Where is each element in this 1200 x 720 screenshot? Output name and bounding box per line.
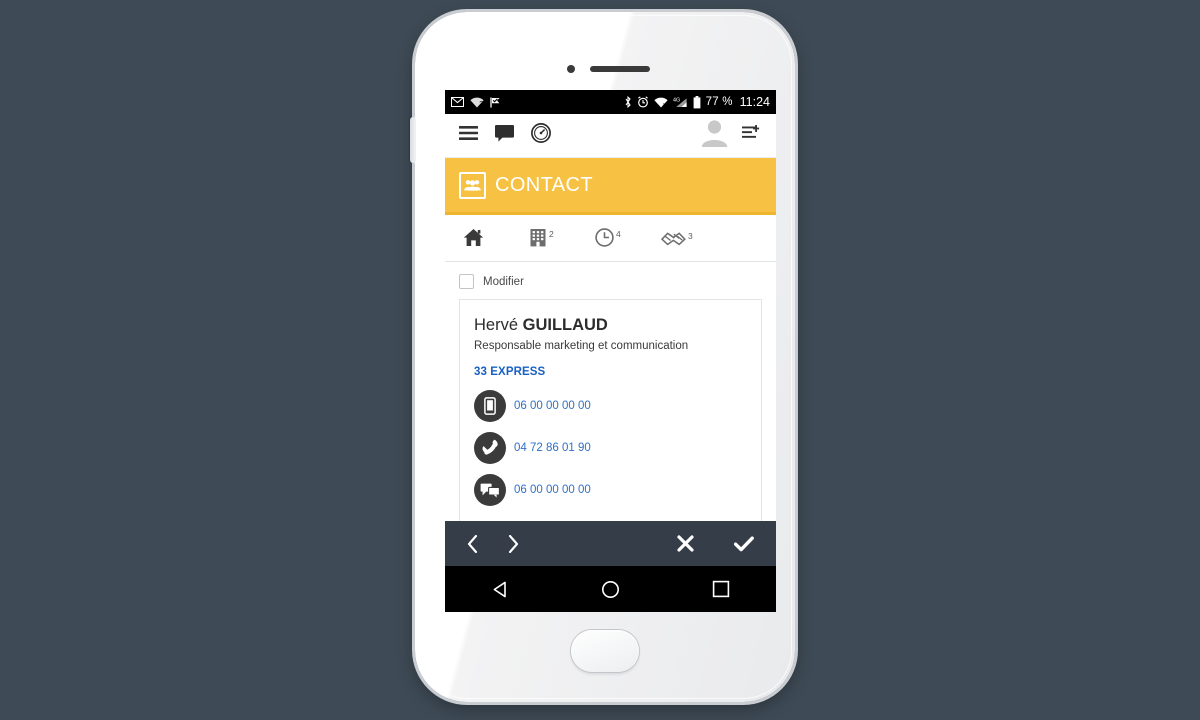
- tab-history[interactable]: 4: [595, 228, 661, 261]
- battery-percentage: 77 %: [705, 96, 733, 108]
- status-bar-clock: 11:24: [739, 95, 770, 109]
- contact-role: Responsable marketing et communication: [474, 340, 689, 352]
- app-bar-right-group: [701, 119, 762, 152]
- chevron-right-icon[interactable]: [508, 534, 519, 553]
- contact-card: Hervé GUILLAUD Responsable marketing et …: [459, 299, 762, 524]
- modifier-label: Modifier: [483, 275, 524, 288]
- wifi-alert-icon: !: [654, 97, 668, 108]
- alarm-icon: [637, 96, 649, 108]
- group-people-icon: [459, 171, 486, 199]
- signal-4g-icon: 4G: [673, 96, 688, 108]
- add-to-list-icon[interactable]: [742, 125, 762, 146]
- android-nav-bar: [445, 566, 776, 612]
- user-avatar-icon[interactable]: [701, 119, 728, 152]
- gauge-icon[interactable]: [531, 123, 551, 148]
- android-home-icon[interactable]: [580, 580, 640, 599]
- flag-check-icon: [490, 97, 502, 108]
- mobile-phone-icon[interactable]: [474, 390, 506, 422]
- earpiece-speaker: [590, 66, 650, 72]
- contact-row-sms: 06 00 00 00 00: [474, 474, 747, 506]
- home-icon: [463, 228, 484, 252]
- status-bar-right-icons: ! 4G 77 % 11:24: [624, 95, 770, 109]
- status-bar-left-icons: ?: [451, 97, 502, 108]
- tab-company[interactable]: 2: [529, 228, 595, 261]
- svg-text:4G: 4G: [673, 97, 680, 103]
- svg-text:?: ?: [479, 100, 483, 107]
- modifier-checkbox[interactable]: [459, 274, 474, 289]
- tab-history-badge: 4: [616, 229, 621, 239]
- battery-icon: [693, 95, 701, 109]
- svg-text:!: !: [663, 102, 665, 108]
- android-status-bar: ? ! 4G 77 % 11:24: [445, 90, 776, 114]
- handshake-icon: [660, 230, 686, 252]
- contact-company-link[interactable]: 33 EXPRESS: [474, 366, 747, 378]
- android-back-icon[interactable]: [470, 580, 530, 599]
- speech-bubble-icon[interactable]: [495, 124, 514, 147]
- contact-name: Hervé GUILLAUD: [474, 316, 747, 335]
- sms-chat-icon[interactable]: [474, 474, 506, 506]
- app-bar-left-group: [459, 123, 551, 148]
- front-camera: [567, 65, 575, 73]
- phone-screen: ? ! 4G 77 % 11:24 CONTACT 2 4 3 Modifier…: [445, 90, 776, 612]
- contact-section-header: CONTACT: [445, 158, 776, 215]
- contact-landline-value[interactable]: 04 72 86 01 90: [514, 442, 591, 454]
- hamburger-menu-icon[interactable]: [459, 126, 478, 145]
- tab-deals-badge: 3: [688, 231, 693, 241]
- android-recents-icon[interactable]: [691, 580, 751, 598]
- contact-sms-value[interactable]: 06 00 00 00 00: [514, 484, 591, 496]
- gmail-icon: [451, 97, 464, 107]
- contact-mobile-value[interactable]: 06 00 00 00 00: [514, 400, 591, 412]
- phone-device: ? ! 4G 77 % 11:24 CONTACT 2 4 3 Modifier…: [410, 12, 795, 702]
- clock-icon: [595, 228, 614, 252]
- contact-last-name: GUILLAUD: [522, 316, 608, 334]
- tab-home[interactable]: [463, 228, 529, 261]
- contact-row-mobile: 06 00 00 00 00: [474, 390, 747, 422]
- app-bar: [445, 114, 776, 158]
- contact-header-title: CONTACT: [495, 173, 593, 196]
- tab-bar: 2 4 3: [445, 215, 776, 262]
- chevron-left-icon[interactable]: [467, 534, 478, 553]
- close-x-icon[interactable]: [677, 535, 694, 552]
- phone-handset-icon[interactable]: [474, 432, 506, 464]
- building-icon: [529, 228, 547, 252]
- tab-company-badge: 2: [549, 229, 554, 239]
- phone-side-button[interactable]: [410, 117, 416, 163]
- phone-home-button[interactable]: [571, 630, 639, 672]
- app-toolbar: [445, 521, 776, 566]
- contact-row-landline: 04 72 86 01 90: [474, 432, 747, 464]
- modifier-row[interactable]: Modifier: [445, 262, 776, 299]
- check-icon[interactable]: [734, 536, 754, 552]
- wifi-question-icon: ?: [470, 97, 484, 108]
- contact-first-name: Hervé: [474, 316, 519, 334]
- tab-deals[interactable]: 3: [660, 230, 727, 261]
- bluetooth-icon: [624, 96, 632, 108]
